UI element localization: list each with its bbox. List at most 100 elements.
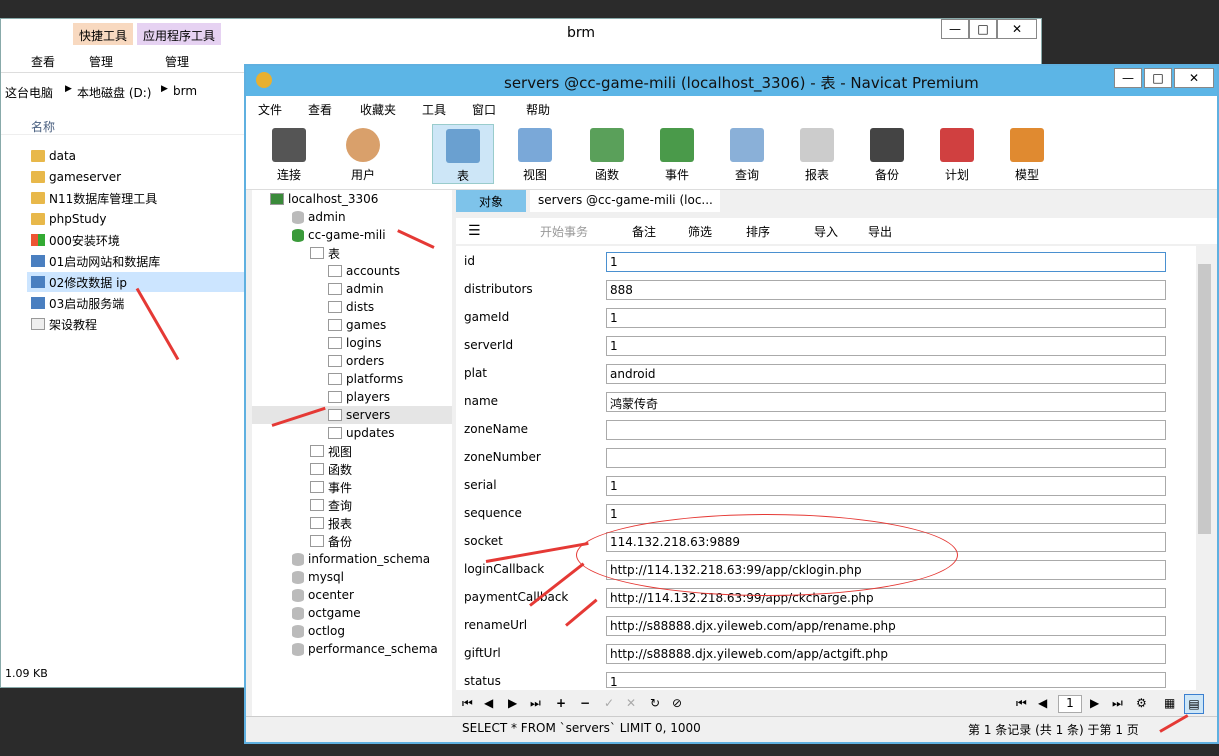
add-record-button[interactable]: + bbox=[556, 696, 566, 710]
field-input[interactable] bbox=[606, 448, 1166, 468]
tree-group-events[interactable]: 事件 bbox=[310, 478, 352, 496]
field-input[interactable]: 888 bbox=[606, 280, 1166, 300]
tree-database-open[interactable]: cc-game-mili bbox=[292, 226, 386, 244]
discard-button[interactable]: ✕ bbox=[626, 696, 636, 710]
tree-database[interactable]: ocenter bbox=[292, 586, 354, 604]
menu-help[interactable]: 帮助 bbox=[526, 101, 550, 118]
file-item[interactable]: phpStudy bbox=[31, 209, 107, 229]
tool-table[interactable]: 表 bbox=[432, 124, 494, 184]
tool-connect[interactable]: 连接 bbox=[258, 124, 320, 184]
tree-group-views[interactable]: 视图 bbox=[310, 442, 352, 460]
tree-database[interactable]: performance_schema bbox=[292, 640, 438, 658]
refresh-icon[interactable]: ↻ bbox=[650, 696, 660, 710]
page-number-input[interactable]: 1 bbox=[1058, 695, 1082, 713]
first-page-button[interactable]: ⏮ bbox=[1016, 696, 1027, 711]
field-input[interactable]: 1 bbox=[606, 672, 1166, 688]
breadcrumb[interactable]: 这台电脑 ▶ 本地磁盘 (D:) ▶ brm bbox=[1, 81, 251, 103]
file-item[interactable]: 架设教程 bbox=[31, 314, 97, 334]
file-item[interactable]: N11数据库管理工具 bbox=[31, 188, 157, 208]
tree-table[interactable]: logins bbox=[328, 334, 381, 352]
tool-backup[interactable]: 备份 bbox=[856, 124, 918, 184]
sort-button[interactable]: 排序 bbox=[746, 223, 770, 240]
menu-view[interactable]: 查看 bbox=[308, 101, 332, 118]
menu-favorites[interactable]: 收藏夹 bbox=[360, 101, 396, 118]
apply-button[interactable]: ✓ bbox=[604, 696, 614, 710]
ribbon-tab-manage-2[interactable]: 管理 bbox=[165, 53, 189, 70]
ribbon-tab-view[interactable]: 查看 bbox=[31, 53, 55, 70]
form-view-icon[interactable]: ▤ bbox=[1184, 694, 1204, 714]
tool-schedule[interactable]: 计划 bbox=[926, 124, 988, 184]
prev-record-button[interactable]: ◀ bbox=[484, 696, 493, 710]
field-input[interactable]: http://s88888.djx.yileweb.com/app/actgif… bbox=[606, 644, 1166, 664]
close-button[interactable]: ✕ bbox=[997, 19, 1037, 39]
tree-table[interactable]: dists bbox=[328, 298, 374, 316]
breadcrumb-item[interactable]: 这台电脑 bbox=[5, 84, 53, 101]
tree-group-backups[interactable]: 备份 bbox=[310, 532, 352, 550]
settings-gear-icon[interactable]: ⚙ bbox=[1136, 696, 1147, 710]
file-item[interactable]: 000安装环境 bbox=[31, 230, 120, 250]
next-page-button[interactable]: ▶ bbox=[1090, 696, 1099, 710]
tool-model[interactable]: 模型 bbox=[996, 124, 1058, 184]
tree-table[interactable]: games bbox=[328, 316, 386, 334]
next-record-button[interactable]: ▶ bbox=[508, 696, 517, 710]
maximize-button[interactable]: □ bbox=[1144, 68, 1172, 88]
hamburger-menu-icon[interactable]: ☰ bbox=[468, 223, 481, 239]
tree-table[interactable]: updates bbox=[328, 424, 395, 442]
tool-query[interactable]: 查询 bbox=[716, 124, 778, 184]
file-item[interactable]: 03启动服务端 bbox=[31, 293, 124, 313]
last-page-button[interactable]: ⏭ bbox=[1112, 696, 1123, 711]
tree-table-group[interactable]: 表 bbox=[310, 244, 340, 262]
field-input[interactable]: 1 bbox=[606, 308, 1166, 328]
menu-window[interactable]: 窗口 bbox=[472, 101, 496, 118]
ribbon-tab-manage-1[interactable]: 管理 bbox=[89, 53, 113, 70]
prev-page-button[interactable]: ◀ bbox=[1038, 696, 1047, 710]
field-input[interactable]: 鸿蒙传奇 bbox=[606, 392, 1166, 412]
tree-database[interactable]: admin bbox=[292, 208, 346, 226]
breadcrumb-item[interactable]: 本地磁盘 (D:) bbox=[77, 84, 151, 101]
first-record-button[interactable]: ⏮ bbox=[462, 696, 473, 711]
field-input[interactable]: android bbox=[606, 364, 1166, 384]
begin-transaction-button[interactable]: 开始事务 bbox=[540, 223, 588, 240]
tree-table[interactable]: players bbox=[328, 388, 390, 406]
minimize-button[interactable]: — bbox=[1114, 68, 1142, 88]
stop-icon[interactable]: ⊘ bbox=[672, 696, 682, 710]
export-button[interactable]: 导出 bbox=[868, 223, 892, 240]
scrollbar-thumb[interactable] bbox=[1198, 264, 1211, 534]
field-input[interactable]: 1 bbox=[606, 336, 1166, 356]
menu-file[interactable]: 文件 bbox=[258, 101, 282, 118]
delete-record-button[interactable]: − bbox=[580, 696, 590, 710]
grid-view-icon[interactable]: ▦ bbox=[1164, 696, 1175, 710]
tool-event[interactable]: 事件 bbox=[646, 124, 708, 184]
file-item[interactable]: gameserver bbox=[31, 167, 121, 187]
tree-table[interactable]: platforms bbox=[328, 370, 403, 388]
file-item[interactable]: data bbox=[31, 146, 76, 166]
tree-group-functions[interactable]: 函数 bbox=[310, 460, 352, 478]
minimize-button[interactable]: — bbox=[941, 19, 969, 39]
memo-button[interactable]: 备注 bbox=[632, 223, 656, 240]
tab-objects[interactable]: 对象 bbox=[456, 190, 526, 212]
field-input[interactable]: 1 bbox=[606, 252, 1166, 272]
breadcrumb-item[interactable]: brm bbox=[173, 84, 197, 98]
tab-servers[interactable]: servers @cc-game-mili (loc... bbox=[530, 190, 720, 212]
field-input[interactable]: http://s88888.djx.yileweb.com/app/rename… bbox=[606, 616, 1166, 636]
tree-group-queries[interactable]: 查询 bbox=[310, 496, 352, 514]
tool-user[interactable]: 用户 bbox=[332, 124, 394, 184]
field-input[interactable]: 1 bbox=[606, 476, 1166, 496]
tool-function[interactable]: 函数 bbox=[576, 124, 638, 184]
tree-database[interactable]: octgame bbox=[292, 604, 361, 622]
filter-button[interactable]: 筛选 bbox=[688, 223, 712, 240]
last-record-button[interactable]: ⏭ bbox=[530, 696, 541, 711]
ribbon-context-tab-quicktools[interactable]: 快捷工具 bbox=[73, 23, 134, 45]
tree-connection[interactable]: localhost_3306 bbox=[270, 190, 378, 208]
field-input[interactable] bbox=[606, 420, 1166, 440]
vertical-scrollbar[interactable] bbox=[1196, 246, 1213, 690]
tree-database[interactable]: mysql bbox=[292, 568, 344, 586]
tree-database[interactable]: information_schema bbox=[292, 550, 430, 568]
tree-group-reports[interactable]: 报表 bbox=[310, 514, 352, 532]
tree-table[interactable]: accounts bbox=[328, 262, 400, 280]
tree-database[interactable]: octlog bbox=[292, 622, 345, 640]
tool-report[interactable]: 报表 bbox=[786, 124, 848, 184]
tree-table[interactable]: orders bbox=[328, 352, 384, 370]
tool-view[interactable]: 视图 bbox=[504, 124, 566, 184]
column-header-name[interactable]: 名称 bbox=[1, 115, 251, 135]
